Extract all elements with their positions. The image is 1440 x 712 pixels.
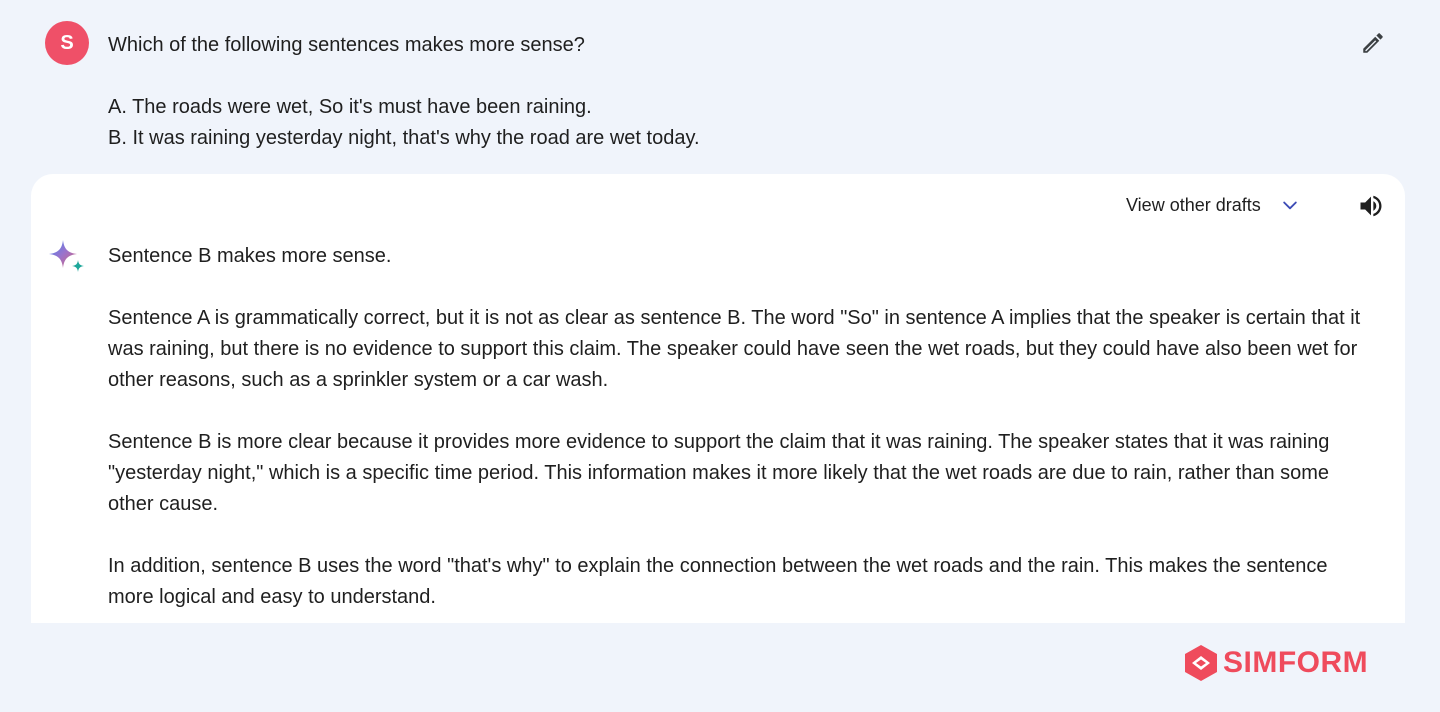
view-other-drafts-label: View other drafts [1126, 194, 1261, 215]
response-paragraph: In addition, sentence B uses the word "t… [108, 555, 1328, 608]
assistant-avatar [47, 238, 87, 278]
speaker-icon [1360, 195, 1382, 217]
pencil-icon [1363, 33, 1383, 53]
sparkle-icon [49, 240, 84, 272]
simform-logo-icon [1185, 645, 1217, 681]
response-paragraph: Sentence A is grammatically correct, but… [108, 307, 1361, 391]
read-aloud-button[interactable] [1356, 191, 1386, 221]
prompt-option-a: A. The roads were wet, So it's must have… [108, 96, 592, 118]
user-prompt: Which of the following sentences makes m… [108, 30, 1308, 154]
response-paragraph: Sentence B makes more sense. [108, 245, 392, 267]
view-other-drafts-button[interactable]: View other drafts [1126, 193, 1301, 217]
assistant-response: Sentence B makes more sense. Sentence A … [108, 241, 1370, 644]
user-avatar: S [45, 21, 89, 65]
response-paragraph: Sentence B is more clear because it prov… [108, 431, 1330, 515]
simform-logo-text: SIMFORM [1223, 646, 1369, 679]
prompt-question: Which of the following sentences makes m… [108, 34, 585, 56]
prompt-option-b: B. It was raining yesterday night, that'… [108, 127, 700, 149]
chevron-down-icon [1279, 194, 1301, 216]
edit-prompt-button[interactable] [1358, 28, 1388, 58]
simform-logo: SIMFORM [1183, 642, 1368, 684]
